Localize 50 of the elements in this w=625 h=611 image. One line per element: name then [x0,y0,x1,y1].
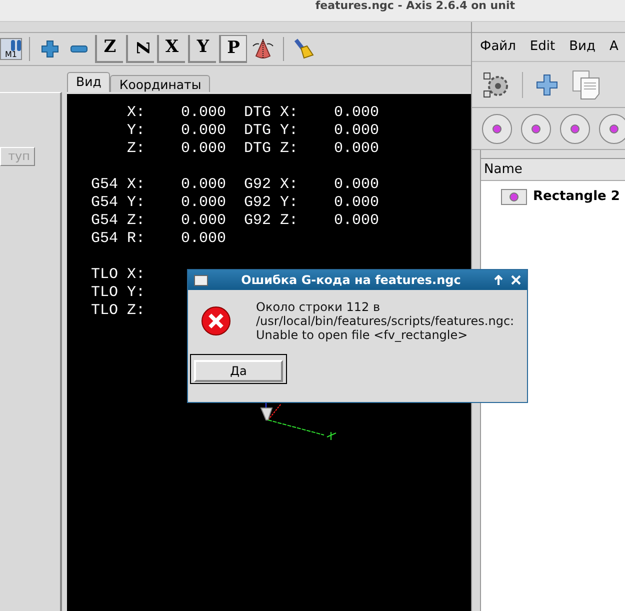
menu-item[interactable]: Файл [480,37,516,57]
tool-button[interactable] [521,114,551,144]
plus-icon [41,40,59,58]
window-icon [194,274,208,286]
menu-item[interactable]: Edit [530,37,556,57]
dot-icon [531,124,541,134]
view-button[interactable]: X [157,35,185,63]
tree-item[interactable]: Rectangle 2 [533,187,620,206]
position-readout: X: 0.000 DTG X: 0.000 [126,104,380,122]
view-button[interactable]: Y [188,35,216,63]
error-message: Около строки 112 в /usr/local/bin/features/scripts/features.ngc: Unable to open file <fv_rectangle> [256,300,514,342]
menu-item[interactable]: A [609,37,618,57]
close-icon[interactable] [511,275,521,285]
brush-icon [293,38,315,60]
error-icon [200,305,232,337]
view-button[interactable]: Z [126,35,154,63]
copy-icon [572,70,600,100]
position-readout: TLO X: [91,266,146,284]
gears-icon [481,70,511,100]
position-readout: G54 X: 0.000 G92 X: 0.000 [91,176,380,194]
dot-icon [609,124,619,134]
column-header[interactable]: Name [481,159,625,181]
position-readout: Y: 0.000 DTG Y: 0.000 [126,122,380,140]
machine-button[interactable]: M1 [0,38,22,60]
bars-icon [11,40,21,51]
dot-icon [570,124,580,134]
position-readout: TLO Y: [91,284,146,302]
tool-button[interactable] [482,114,512,144]
dot-icon [492,124,502,134]
position-readout: G54 R: 0.000 [91,230,226,248]
menu-item[interactable]: Вид [569,37,596,57]
view-button[interactable]: Z [95,35,123,63]
position-readout: G54 Z: 0.000 G92 Z: 0.000 [91,212,380,230]
window-title: features.ngc - Axis 2.6.4 on unit [315,0,515,12]
dialog-title: Ошибка G-кода на features.ngc [240,272,462,289]
radio-icon [501,188,527,205]
tab[interactable]: Вид [67,72,110,92]
plus-icon [536,74,558,96]
position-readout: Z: 0.000 DTG Z: 0.000 [126,140,380,158]
position-readout: G54 Y: 0.000 G92 Y: 0.000 [91,194,380,212]
tool-button[interactable] [560,114,590,144]
copy-button[interactable] [571,68,601,100]
ok-button[interactable]: Да [194,360,283,382]
tool-button[interactable] [599,114,625,144]
up-arrow-icon[interactable] [494,275,503,285]
tab[interactable]: Координаты [110,75,210,92]
minus-icon [70,45,88,53]
cone-icon [252,38,274,60]
view-button[interactable]: P [219,35,247,63]
position-readout: TLO Z: [91,302,146,320]
